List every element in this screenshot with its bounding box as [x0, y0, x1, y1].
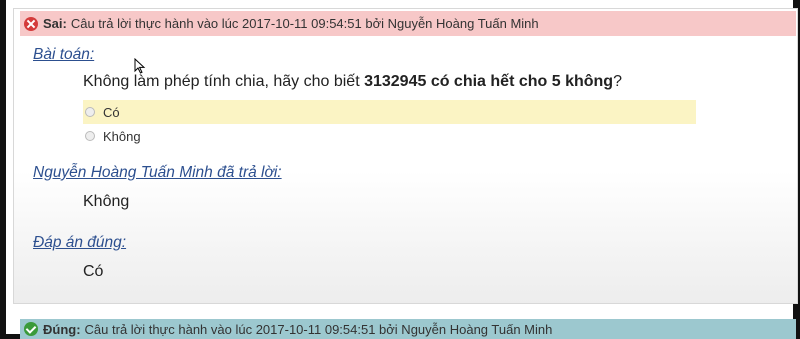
- student-answer-heading-link[interactable]: Nguyễn Hoàng Tuấn Minh đã trả lời:: [33, 164, 282, 182]
- option-co[interactable]: Có: [83, 100, 696, 124]
- radio-button-icon[interactable]: [85, 107, 95, 117]
- radio-button-icon[interactable]: [85, 131, 95, 141]
- status-text: Câu trả lời thực hành vào lúc 2017-10-11…: [70, 16, 539, 31]
- result-panel: [13, 8, 798, 304]
- status-bar-correct: Đúng: Câu trả lời thực hành vào lúc 2017…: [20, 319, 796, 339]
- option-khong[interactable]: Không: [83, 124, 283, 148]
- error-x-icon: [24, 16, 38, 31]
- question-suffix: ?: [613, 73, 622, 90]
- status-label: Sai:: [43, 16, 67, 31]
- student-answer-value: Không: [83, 193, 130, 210]
- question-bold: 3132945 có chia hết cho 5 không: [364, 73, 614, 90]
- problem-heading-link[interactable]: Bài toán:: [33, 46, 94, 64]
- check-icon: [24, 322, 38, 336]
- correct-answer-heading-link[interactable]: Đáp án đúng:: [33, 234, 126, 252]
- status-bar-incorrect: Sai: Câu trả lời thực hành vào lúc 2017-…: [20, 11, 796, 36]
- option-label: Có: [103, 104, 120, 120]
- option-label: Không: [103, 128, 141, 144]
- mouse-cursor-icon: [134, 58, 146, 74]
- correct-answer-value: Có: [83, 263, 104, 280]
- next-status-text: Câu trả lời thực hành vào lúc 2017-10-11…: [84, 321, 553, 337]
- next-status-label: Đúng:: [43, 321, 81, 337]
- question-text: Không làm phép tính chia, hãy cho biết 3…: [83, 73, 622, 91]
- question-prefix: Không làm phép tính chia, hãy cho biết: [83, 73, 365, 90]
